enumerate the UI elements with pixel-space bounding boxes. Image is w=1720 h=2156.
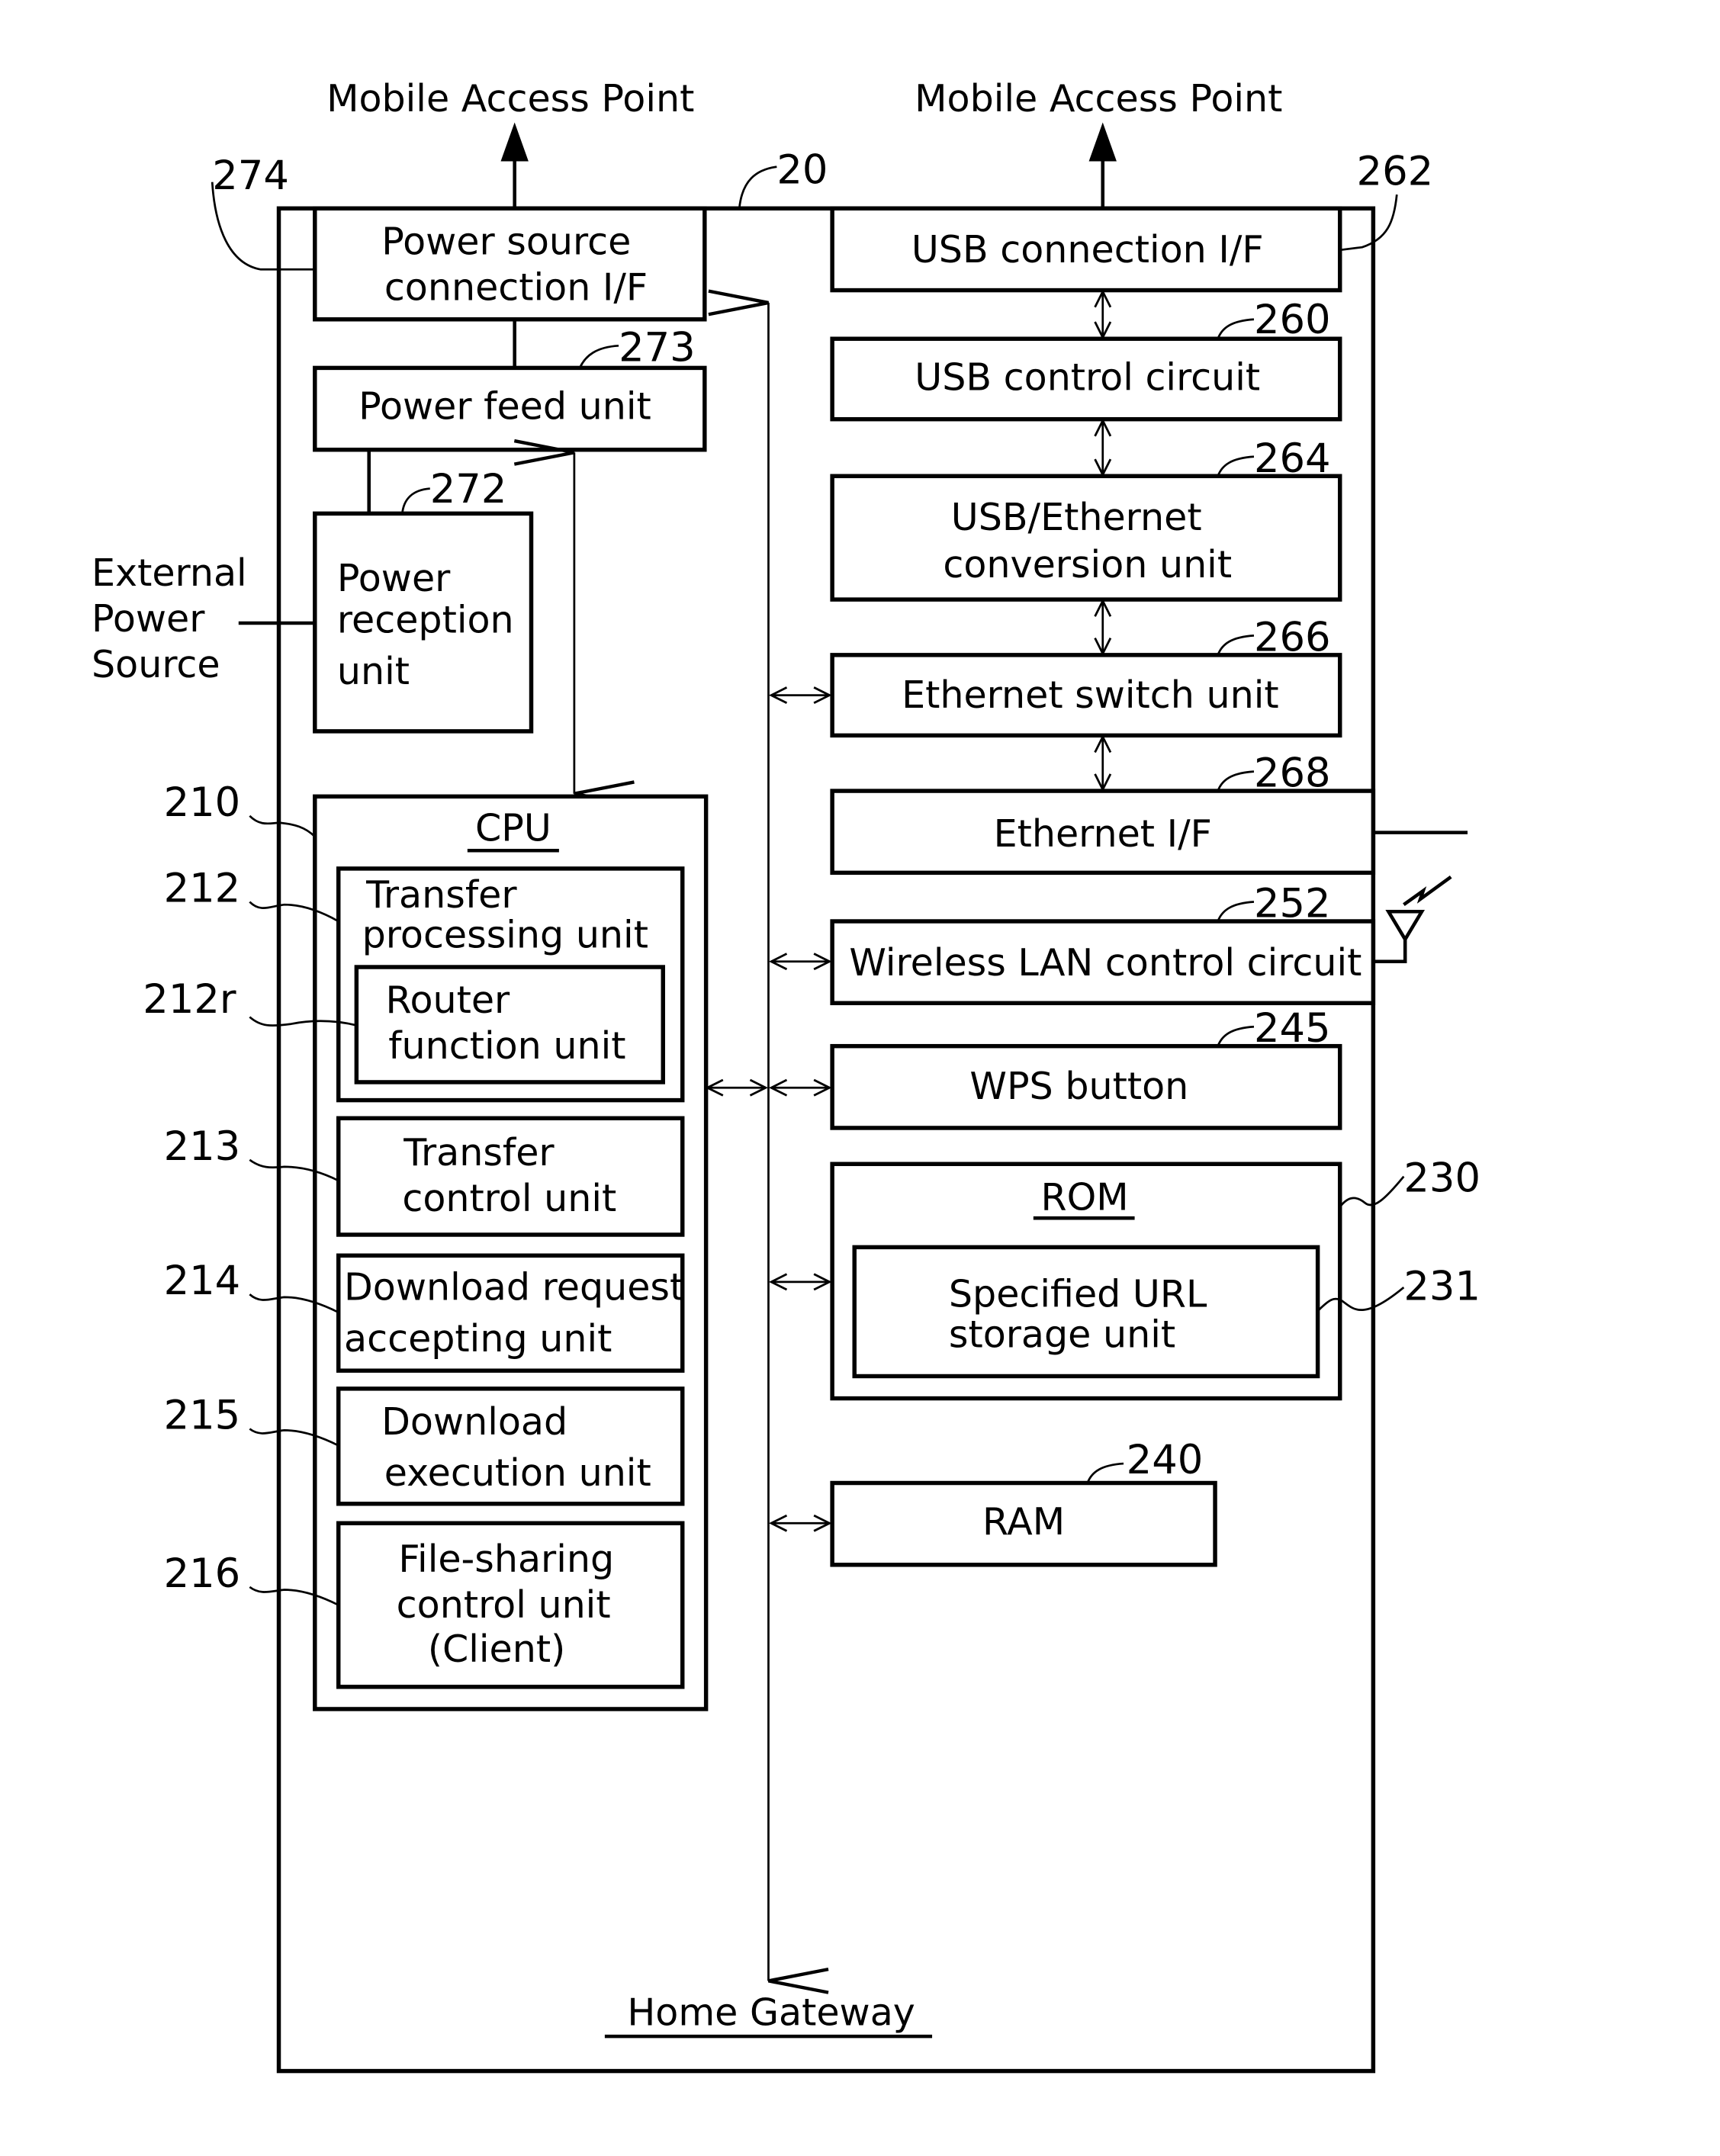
ref-215: 215 xyxy=(164,1393,241,1439)
block-router-function: Router function unit xyxy=(354,965,665,1084)
leader-260 xyxy=(1217,318,1255,339)
ref-262: 262 xyxy=(1357,148,1434,194)
ref-273: 273 xyxy=(619,324,696,371)
svg-text:(Client): (Client) xyxy=(428,1627,565,1671)
ref-252: 252 xyxy=(1254,881,1331,927)
svg-text:Ethernet I/F: Ethernet I/F xyxy=(994,811,1212,856)
ref-212: 212 xyxy=(164,866,241,912)
svg-text:USB connection I/F: USB connection I/F xyxy=(911,227,1264,272)
leader-264 xyxy=(1217,455,1255,477)
ref-214: 214 xyxy=(164,1258,241,1304)
svg-text:processing unit: processing unit xyxy=(362,913,648,957)
leader-252 xyxy=(1217,901,1255,922)
svg-text:execution unit: execution unit xyxy=(384,1451,651,1495)
ref-274: 274 xyxy=(212,153,289,199)
svg-text:storage unit: storage unit xyxy=(949,1312,1175,1356)
mobile-access-point-right-label: Mobile Access Point xyxy=(915,76,1282,120)
block-usb-connection-if: USB connection I/F xyxy=(830,206,1342,293)
antenna-icon xyxy=(1373,875,1452,964)
leader-262 xyxy=(1339,194,1398,252)
ref-264: 264 xyxy=(1254,435,1331,482)
svg-text:Download request: Download request xyxy=(344,1264,684,1309)
block-ram: RAM xyxy=(830,1480,1217,1567)
mobile-access-point-left-label: Mobile Access Point xyxy=(326,76,694,120)
ref-260: 260 xyxy=(1254,297,1331,343)
svg-text:conversion unit: conversion unit xyxy=(943,542,1232,586)
external-power-label-3: Source xyxy=(92,642,220,686)
block-usb-control: USB control circuit xyxy=(830,336,1342,422)
arrow-up-left-icon xyxy=(500,122,529,209)
svg-text:Router: Router xyxy=(386,978,511,1022)
leader-273 xyxy=(578,344,619,368)
external-power-label-2: Power xyxy=(92,596,205,641)
ref-212r: 212r xyxy=(143,976,236,1023)
external-power-label-1: External xyxy=(92,551,247,595)
block-ethernet-switch: Ethernet switch unit xyxy=(830,653,1342,738)
block-transfer-control: Transfer control unit xyxy=(336,1116,685,1237)
svg-text:function unit: function unit xyxy=(388,1023,625,1068)
block-power-source-if: Power source connection I/F xyxy=(313,206,707,322)
block-url-storage: Specified URL storage unit xyxy=(852,1245,1320,1379)
ref-240: 240 xyxy=(1127,1437,1204,1483)
leader-268 xyxy=(1217,770,1255,792)
svg-text:Download: Download xyxy=(381,1399,567,1444)
svg-text:Wireless LAN control circuit: Wireless LAN control circuit xyxy=(849,940,1362,985)
block-diagram: 20 Mobile Access Point Mobile Access Poi… xyxy=(92,76,1480,2074)
ref-210: 210 xyxy=(164,779,241,826)
svg-text:File-sharing: File-sharing xyxy=(398,1537,614,1581)
arrow-up-right-icon xyxy=(1088,122,1117,209)
ref-245: 245 xyxy=(1254,1005,1331,1052)
leader-210 xyxy=(249,815,316,838)
svg-text:USB/Ethernet: USB/Ethernet xyxy=(951,495,1202,539)
svg-text:Specified URL: Specified URL xyxy=(949,1272,1207,1316)
leader-272 xyxy=(401,487,430,514)
ref-268: 268 xyxy=(1254,750,1331,797)
ref-231: 231 xyxy=(1403,1263,1480,1309)
svg-text:Ethernet switch unit: Ethernet switch unit xyxy=(902,673,1279,717)
home-gateway-label: Home Gateway xyxy=(627,1991,915,2035)
block-usb-ethernet: USB/Ethernet conversion unit xyxy=(830,474,1342,602)
ref-213: 213 xyxy=(164,1123,241,1170)
block-ethernet-if: Ethernet I/F xyxy=(830,789,1376,876)
svg-text:Power source: Power source xyxy=(381,219,631,263)
svg-text:reception: reception xyxy=(337,598,514,642)
block-power-feed: Power feed unit xyxy=(313,365,707,452)
ref-230: 230 xyxy=(1403,1155,1480,1202)
ref-device: 20 xyxy=(776,147,828,194)
svg-text:unit: unit xyxy=(337,649,410,693)
svg-text:CPU: CPU xyxy=(475,806,551,850)
svg-text:WPS button: WPS button xyxy=(969,1064,1188,1108)
svg-text:control unit: control unit xyxy=(402,1176,616,1220)
ref-216: 216 xyxy=(164,1550,241,1597)
ref-272: 272 xyxy=(430,466,507,512)
svg-text:Transfer: Transfer xyxy=(365,872,517,917)
leader-266 xyxy=(1217,635,1255,656)
block-power-reception: Power reception unit xyxy=(313,511,534,734)
block-file-sharing: File-sharing control unit (Client) xyxy=(336,1521,685,1689)
leader-240 xyxy=(1086,1462,1124,1484)
svg-text:control unit: control unit xyxy=(397,1582,611,1627)
ref-266: 266 xyxy=(1254,614,1331,660)
svg-text:connection I/F: connection I/F xyxy=(384,265,648,309)
svg-text:USB control circuit: USB control circuit xyxy=(915,355,1260,400)
leader-device xyxy=(738,165,777,209)
block-wps-button: WPS button xyxy=(830,1043,1342,1130)
svg-text:Power feed unit: Power feed unit xyxy=(358,384,651,429)
block-download-request: Download request accepting unit xyxy=(336,1253,685,1373)
block-wireless-lan: Wireless LAN control circuit xyxy=(830,919,1376,1006)
svg-text:Transfer: Transfer xyxy=(403,1130,555,1174)
leader-245 xyxy=(1217,1025,1255,1047)
svg-text:accepting unit: accepting unit xyxy=(344,1316,612,1361)
svg-text:Power: Power xyxy=(337,556,451,600)
block-download-execution: Download execution unit xyxy=(336,1386,685,1506)
svg-text:RAM: RAM xyxy=(982,1499,1065,1544)
svg-text:ROM: ROM xyxy=(1041,1174,1129,1219)
